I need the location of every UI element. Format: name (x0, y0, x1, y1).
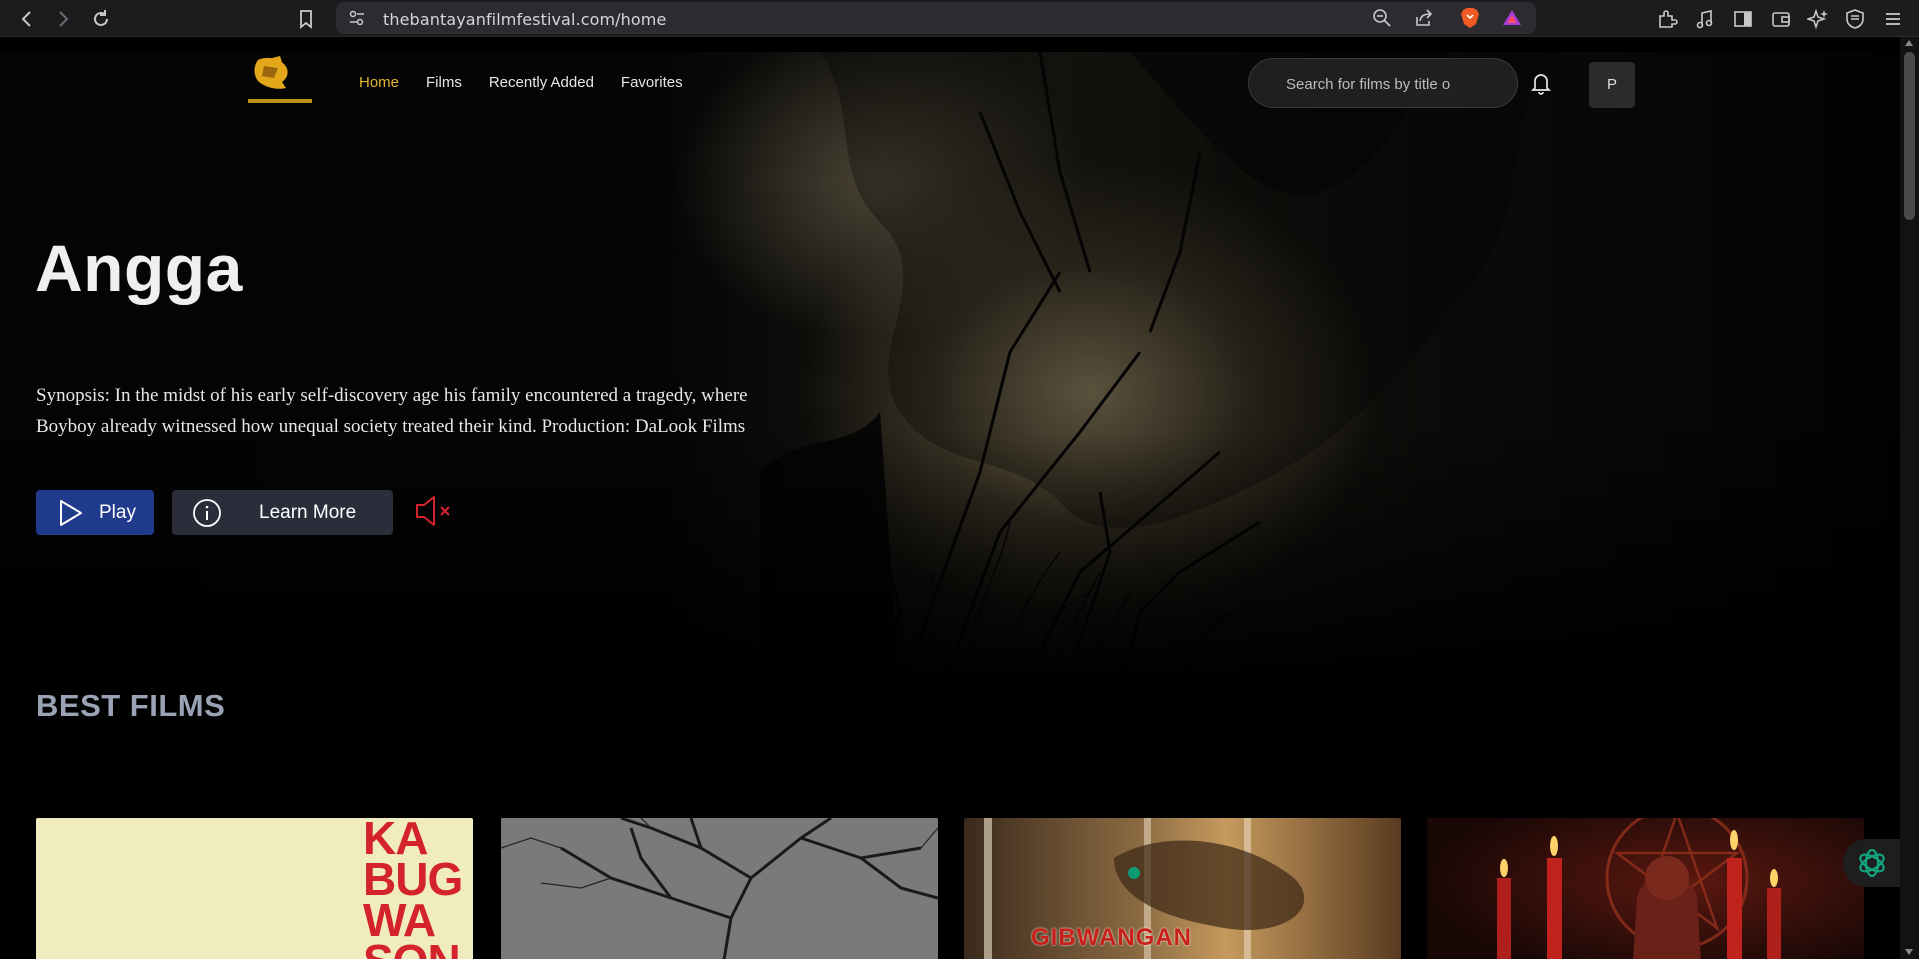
extensions-icon[interactable] (1656, 8, 1678, 30)
page-scrollbar[interactable] (1900, 37, 1919, 959)
page-content: Home Films Recently Added Favorites P An… (0, 37, 1900, 959)
bookmark-icon[interactable] (295, 8, 317, 30)
film-card[interactable]: GIBWANGAN (964, 818, 1401, 959)
learn-more-button[interactable]: Learn More (172, 490, 393, 535)
sidebar-icon[interactable] (1732, 8, 1754, 30)
scroll-up-icon[interactable] (1905, 40, 1913, 46)
forward-icon[interactable] (52, 8, 74, 30)
vpn-icon[interactable] (1844, 8, 1866, 30)
bell-icon[interactable] (1530, 71, 1552, 95)
ai-assistant-icon (1859, 848, 1885, 878)
leo-ai-icon[interactable] (1805, 8, 1829, 30)
film-card[interactable] (501, 818, 938, 959)
film-card[interactable]: KABUGWASON (36, 818, 473, 959)
site-logo[interactable] (244, 54, 316, 109)
brave-shields-icon[interactable] (1460, 7, 1480, 29)
wallet-icon[interactable] (1770, 8, 1792, 30)
hero-title: Angga (35, 231, 243, 305)
search-box[interactable] (1248, 58, 1518, 108)
info-icon (192, 498, 222, 528)
nav-favorites[interactable]: Favorites (621, 74, 683, 91)
play-button[interactable]: Play (36, 490, 154, 535)
menu-icon[interactable] (1882, 8, 1904, 30)
browser-toolbar: thebantayanfilmfestival.com/home (0, 0, 1919, 37)
chat-assistant-button[interactable] (1843, 839, 1900, 887)
section-title: BEST FILMS (36, 688, 226, 723)
hero-gradient-overlay (0, 52, 1900, 692)
search-input[interactable] (1286, 73, 1496, 95)
scroll-down-icon[interactable] (1905, 949, 1913, 955)
poster-title: KABUGWASON (363, 818, 463, 959)
back-icon[interactable] (16, 8, 38, 30)
brave-rewards-icon[interactable] (1502, 8, 1522, 28)
address-bar[interactable]: thebantayanfilmfestival.com/home (336, 2, 1536, 34)
media-icon[interactable] (1694, 8, 1716, 30)
url-text[interactable]: thebantayanfilmfestival.com/home (383, 10, 666, 29)
avatar[interactable]: P (1589, 62, 1635, 108)
play-icon (55, 498, 85, 528)
play-button-label: Play (99, 501, 136, 523)
nav-recently-added[interactable]: Recently Added (489, 74, 594, 91)
nav-home[interactable]: Home (359, 74, 399, 91)
site-settings-icon[interactable] (348, 10, 366, 26)
learn-more-label: Learn More (259, 501, 357, 523)
scrollbar-thumb[interactable] (1904, 52, 1915, 220)
nav-films[interactable]: Films (426, 74, 462, 91)
film-card[interactable] (1427, 818, 1864, 959)
hero-synopsis: Synopsis: In the midst of his early self… (36, 385, 748, 437)
poster-title: GIBWANGAN (1031, 924, 1192, 951)
main-nav: Home Films Recently Added Favorites (359, 74, 710, 91)
share-icon[interactable] (1414, 8, 1434, 28)
mute-icon[interactable] (414, 494, 454, 528)
zoom-icon[interactable] (1372, 8, 1392, 28)
reload-icon[interactable] (90, 8, 112, 30)
